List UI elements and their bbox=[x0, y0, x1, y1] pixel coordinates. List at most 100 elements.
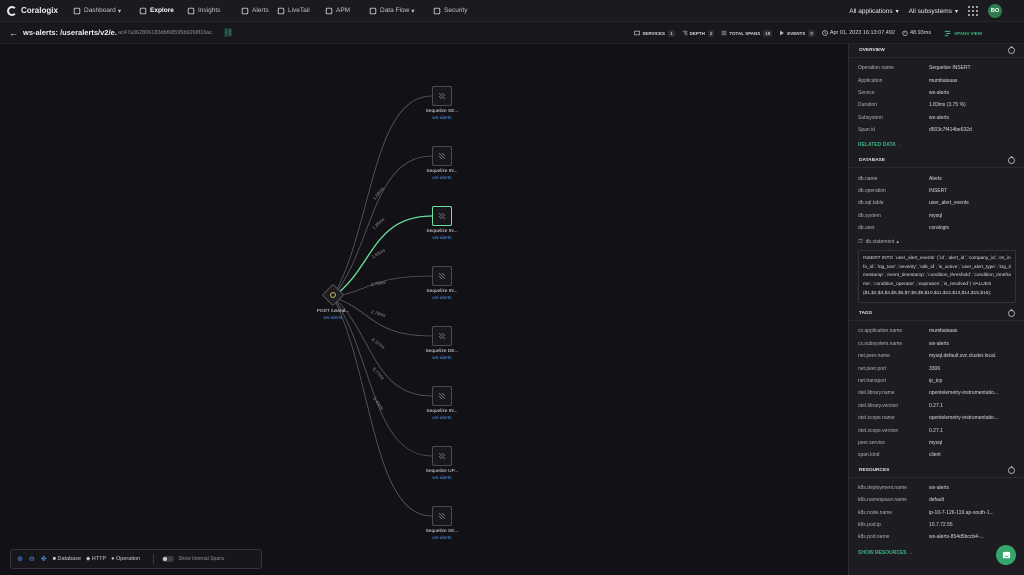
nav-item-data-flow[interactable]: Data Flow ▾ bbox=[361, 0, 425, 22]
detail-value[interactable]: default bbox=[929, 497, 1011, 503]
chat-support-button[interactable] bbox=[996, 545, 1016, 565]
detail-row: net.transport ip_tcp bbox=[849, 375, 1024, 387]
detail-value[interactable]: mumbaisaas bbox=[929, 328, 1011, 334]
span-node-service: ws-alerts bbox=[323, 316, 343, 321]
detail-key: otel.library.version bbox=[858, 402, 899, 409]
span-node-name: Sequelize SE... bbox=[425, 529, 459, 534]
collapse-icon[interactable]: ⌃ bbox=[1008, 157, 1015, 165]
detail-value[interactable]: 1.83ms (3.75 %) bbox=[929, 102, 1011, 108]
detail-value[interactable]: mumbaisaas bbox=[929, 78, 1011, 84]
detail-value[interactable]: ws-alerts-854d5bccb4-... bbox=[929, 534, 1011, 540]
detail-value[interactable]: INSERT bbox=[929, 188, 1011, 194]
collapse-icon[interactable]: ⌃ bbox=[1008, 310, 1015, 318]
apps-grid-icon[interactable] bbox=[968, 6, 978, 16]
detail-value[interactable]: mysql bbox=[929, 213, 1011, 219]
nav-item-insights[interactable]: Insights bbox=[179, 0, 233, 22]
collapse-icon[interactable]: ⌃ bbox=[1008, 466, 1015, 474]
stat-label: EVENTS bbox=[787, 30, 806, 36]
stat-services: SERVICES 1 bbox=[634, 29, 675, 37]
root-span-node[interactable]: POST /useral... ws-alerts bbox=[303, 283, 363, 321]
detail-value[interactable]: 10.7.72.55 bbox=[929, 522, 1011, 528]
fit-view-icon[interactable]: ✥ bbox=[41, 555, 47, 563]
nav-item-alerts[interactable]: Alerts bbox=[233, 0, 269, 22]
detail-value[interactable]: ws-alerts bbox=[929, 341, 1011, 347]
detail-row: db.sql.table user_alert_events bbox=[849, 197, 1024, 209]
nav-item-security[interactable]: Security bbox=[425, 0, 473, 22]
detail-value[interactable]: opentelemetry-instrumentatio... bbox=[929, 390, 1011, 396]
detail-key: peer.service bbox=[858, 439, 885, 446]
subsystems-select[interactable]: All subsystems ▾ bbox=[909, 8, 958, 15]
back-arrow-icon[interactable]: ← bbox=[9, 28, 23, 38]
span-node[interactable]: Sequelize IN... ws-alerts bbox=[412, 386, 472, 421]
http-span-icon[interactable] bbox=[321, 283, 345, 307]
detail-value[interactable]: 3306 bbox=[929, 366, 1011, 372]
detail-value[interactable]: Alerts bbox=[929, 176, 1011, 182]
detail-value[interactable]: 0.27.1 bbox=[929, 403, 1011, 409]
related-data-link[interactable]: RELATED DATA → bbox=[849, 138, 1024, 154]
span-node[interactable]: Sequelize DE... ws-alerts bbox=[412, 326, 472, 361]
database-span-icon[interactable] bbox=[432, 446, 452, 466]
detail-value[interactable]: mysql.default.svc.cluster.local. bbox=[929, 353, 1011, 359]
database-span-icon[interactable] bbox=[432, 386, 452, 406]
span-node-name: POST /useral... bbox=[316, 309, 350, 314]
zoom-out-icon[interactable]: ⊖ bbox=[29, 555, 35, 563]
nav-item-apm[interactable]: APM bbox=[317, 0, 361, 22]
detail-value[interactable]: ip-10-7-126-119.ap-south-1... bbox=[929, 510, 1011, 516]
spans-view-label: SPANS VIEW bbox=[954, 30, 982, 36]
db-statement-value: INSERT INTO `user_alert_events` (`id`,`a… bbox=[858, 250, 1016, 304]
detail-value[interactable]: 0.27.1 bbox=[929, 428, 1011, 434]
nav-item-label: Insights bbox=[198, 7, 221, 14]
avatar[interactable]: BO bbox=[988, 4, 1002, 18]
span-node[interactable]: Sequelize UP... ws-alerts bbox=[412, 446, 472, 481]
nav-item-dashboard[interactable]: Dashboard ▾ bbox=[65, 0, 131, 22]
detail-key: k8s.pod.ip bbox=[858, 521, 881, 528]
span-node-service: ws-alerts bbox=[432, 176, 452, 181]
copy-icon[interactable]: ❐ bbox=[858, 239, 862, 245]
database-span-icon[interactable] bbox=[432, 206, 452, 226]
timestamp-value: Apr 01, 2023 16:13:07.492 bbox=[829, 30, 895, 36]
database-span-icon[interactable] bbox=[432, 146, 452, 166]
section-header-database[interactable]: DATABASE ⌃ bbox=[849, 154, 1024, 169]
collapse-icon[interactable]: ⌃ bbox=[1008, 47, 1015, 54]
spans-view-button[interactable]: SPANS VIEW bbox=[944, 30, 982, 37]
detail-value[interactable]: client bbox=[929, 452, 1011, 458]
detail-value[interactable]: coralogix bbox=[929, 225, 1011, 231]
trace-graph-canvas[interactable]: ⊕ ⊖ ✥ ■ Database ◆ HTTP ● Operation Show… bbox=[0, 44, 848, 575]
detail-value[interactable]: ws-alerts bbox=[929, 90, 1011, 96]
detail-value[interactable]: mysql bbox=[929, 440, 1011, 446]
detail-row: Subsystem ws-alerts bbox=[849, 112, 1024, 124]
brand-logo[interactable]: Coralogix bbox=[7, 5, 65, 16]
span-node[interactable]: Sequelize IN... ws-alerts bbox=[412, 146, 472, 181]
applications-select[interactable]: All applications ▾ bbox=[849, 8, 898, 15]
zoom-in-icon[interactable]: ⊕ bbox=[17, 555, 23, 563]
compass-icon bbox=[139, 7, 147, 15]
database-span-icon[interactable] bbox=[432, 266, 452, 286]
detail-value[interactable]: opentelemetry-instrumentatio... bbox=[929, 415, 1011, 421]
section-header-tags[interactable]: TAGS ⌃ bbox=[849, 307, 1024, 322]
span-node[interactable]: Sequelize SE... ws-alerts bbox=[412, 86, 472, 121]
section-header-resources[interactable]: RESOURCES ⌃ bbox=[849, 463, 1024, 478]
detail-value[interactable]: Sequelize INSERT bbox=[929, 65, 1011, 71]
detail-value[interactable]: ws-alerts bbox=[929, 115, 1011, 121]
nav-item-livetail[interactable]: LiveTail bbox=[269, 0, 317, 22]
database-span-icon[interactable] bbox=[432, 86, 452, 106]
detail-value[interactable]: user_alert_events bbox=[929, 200, 1011, 206]
detail-row: Operation name Sequelize INSERT bbox=[849, 62, 1024, 74]
nav-item-explore[interactable]: Explore bbox=[131, 0, 179, 22]
nav-item-label: Alerts bbox=[252, 7, 269, 14]
span-node[interactable]: Sequelize SE... ws-alerts bbox=[412, 506, 472, 541]
detail-value[interactable]: ip_tcp bbox=[929, 378, 1011, 384]
internal-spans-toggle[interactable] bbox=[162, 556, 175, 562]
span-node[interactable]: Sequelize IN... ws-alerts bbox=[412, 266, 472, 301]
copy-link-icon[interactable]: ⛓ bbox=[223, 28, 233, 37]
section-header-overview[interactable]: OVERVIEW ⌃ bbox=[849, 44, 1024, 58]
detail-value[interactable]: ws-alerts bbox=[929, 485, 1011, 491]
detail-row: Application mumbaisaas bbox=[849, 74, 1024, 86]
database-span-icon[interactable] bbox=[432, 326, 452, 346]
nav-item-label: Dashboard bbox=[84, 7, 116, 14]
detail-row: peer.service mysql bbox=[849, 437, 1024, 449]
span-node[interactable]: Sequelize IN... ws-alerts bbox=[412, 206, 472, 241]
database-span-icon[interactable] bbox=[432, 506, 452, 526]
db-statement-header[interactable]: ❐ db.statement ▴ bbox=[849, 236, 1024, 248]
detail-value[interactable]: d503c7f414be632d bbox=[929, 127, 1011, 133]
